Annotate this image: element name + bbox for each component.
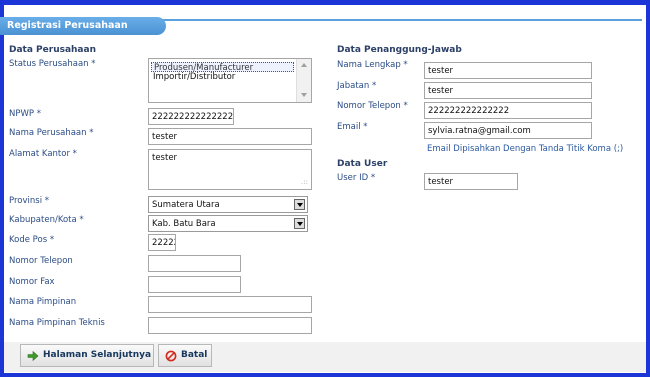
nama-pimpinan-input[interactable] xyxy=(148,296,312,313)
provinsi-select[interactable]: Sumatera Utara xyxy=(148,196,308,213)
listbox-scrollbar[interactable] xyxy=(296,59,311,102)
nama-pimpinan-teknis-input[interactable] xyxy=(148,317,312,334)
resize-grip-icon[interactable]: .:: xyxy=(301,178,308,186)
status-perusahaan-listbox[interactable]: Produsen/Manufacturer Importir/Distribut… xyxy=(148,58,312,103)
nomor-fax-input[interactable] xyxy=(148,276,241,293)
chevron-down-icon[interactable] xyxy=(294,218,305,229)
next-page-button[interactable]: Halaman Selanjutnya xyxy=(20,344,154,367)
label-nama-lengkap: Nama Lengkap * xyxy=(337,60,408,70)
label-nomor-telepon: Nomor Telepon xyxy=(9,256,73,266)
kode-pos-input[interactable]: 22222 xyxy=(148,234,176,251)
label-provinsi: Provinsi * xyxy=(9,196,50,206)
label-kabupaten: Kabupaten/Kota * xyxy=(9,215,84,225)
label-jabatan: Jabatan * xyxy=(337,81,377,91)
label-nomor-telepon-pj: Nomor Telepon * xyxy=(337,101,408,111)
status-option[interactable]: Importir/Distributor xyxy=(151,72,294,82)
chevron-down-icon[interactable] xyxy=(294,199,305,210)
cancel-icon xyxy=(165,350,177,362)
label-nama-perusahaan: Nama Perusahaan * xyxy=(9,128,94,138)
status-option[interactable]: Produsen/Manufacturer xyxy=(151,62,294,73)
label-status-perusahaan: Status Perusahaan * xyxy=(9,59,96,69)
email-input[interactable]: sylvia.ratna@gmail.com xyxy=(424,122,592,139)
tab-registrasi-perusahaan: Registrasi Perusahaan xyxy=(0,17,166,35)
alamat-kantor-textarea[interactable]: tester .:: xyxy=(148,149,312,190)
next-page-label: Halaman Selanjutnya xyxy=(43,350,152,360)
label-npwp: NPWP * xyxy=(9,109,41,119)
section-title-data-user: Data User xyxy=(337,159,388,169)
label-kode-pos: Kode Pos * xyxy=(9,235,55,245)
label-nama-pimpinan-teknis: Nama Pimpinan Teknis xyxy=(9,318,105,328)
provinsi-value: Sumatera Utara xyxy=(152,200,220,210)
label-nomor-fax: Nomor Fax xyxy=(9,277,55,287)
nomor-telepon-pj-input[interactable]: 222222222222222 xyxy=(424,102,592,119)
scroll-up-icon[interactable] xyxy=(301,63,307,67)
alamat-kantor-value: tester xyxy=(152,153,178,163)
nomor-telepon-input[interactable] xyxy=(148,255,241,272)
label-user-id: User ID * xyxy=(337,173,376,183)
label-alamat-kantor: Alamat Kantor * xyxy=(9,149,77,159)
nama-lengkap-input[interactable]: tester xyxy=(424,62,592,79)
section-title-data-penanggung-jawab: Data Penanggung-Jawab xyxy=(337,45,462,55)
cancel-label: Batal xyxy=(181,350,208,360)
jabatan-input[interactable]: tester xyxy=(424,82,592,99)
arrow-right-icon xyxy=(27,350,39,362)
section-title-data-perusahaan: Data Perusahaan xyxy=(9,45,96,55)
kabupaten-select[interactable]: Kab. Batu Bara xyxy=(148,215,308,232)
kabupaten-value: Kab. Batu Bara xyxy=(152,219,216,229)
npwp-input[interactable]: 222222222222222 xyxy=(148,108,234,125)
user-id-input[interactable]: tester xyxy=(424,173,518,190)
label-nama-pimpinan: Nama Pimpinan xyxy=(9,297,77,307)
nama-perusahaan-input[interactable]: tester xyxy=(148,128,312,145)
email-hint: Email Dipisahkan Dengan Tanda Titik Koma… xyxy=(427,144,624,154)
scroll-down-icon[interactable] xyxy=(301,93,307,97)
cancel-button[interactable]: Batal xyxy=(158,344,212,367)
label-email: Email * xyxy=(337,122,368,132)
